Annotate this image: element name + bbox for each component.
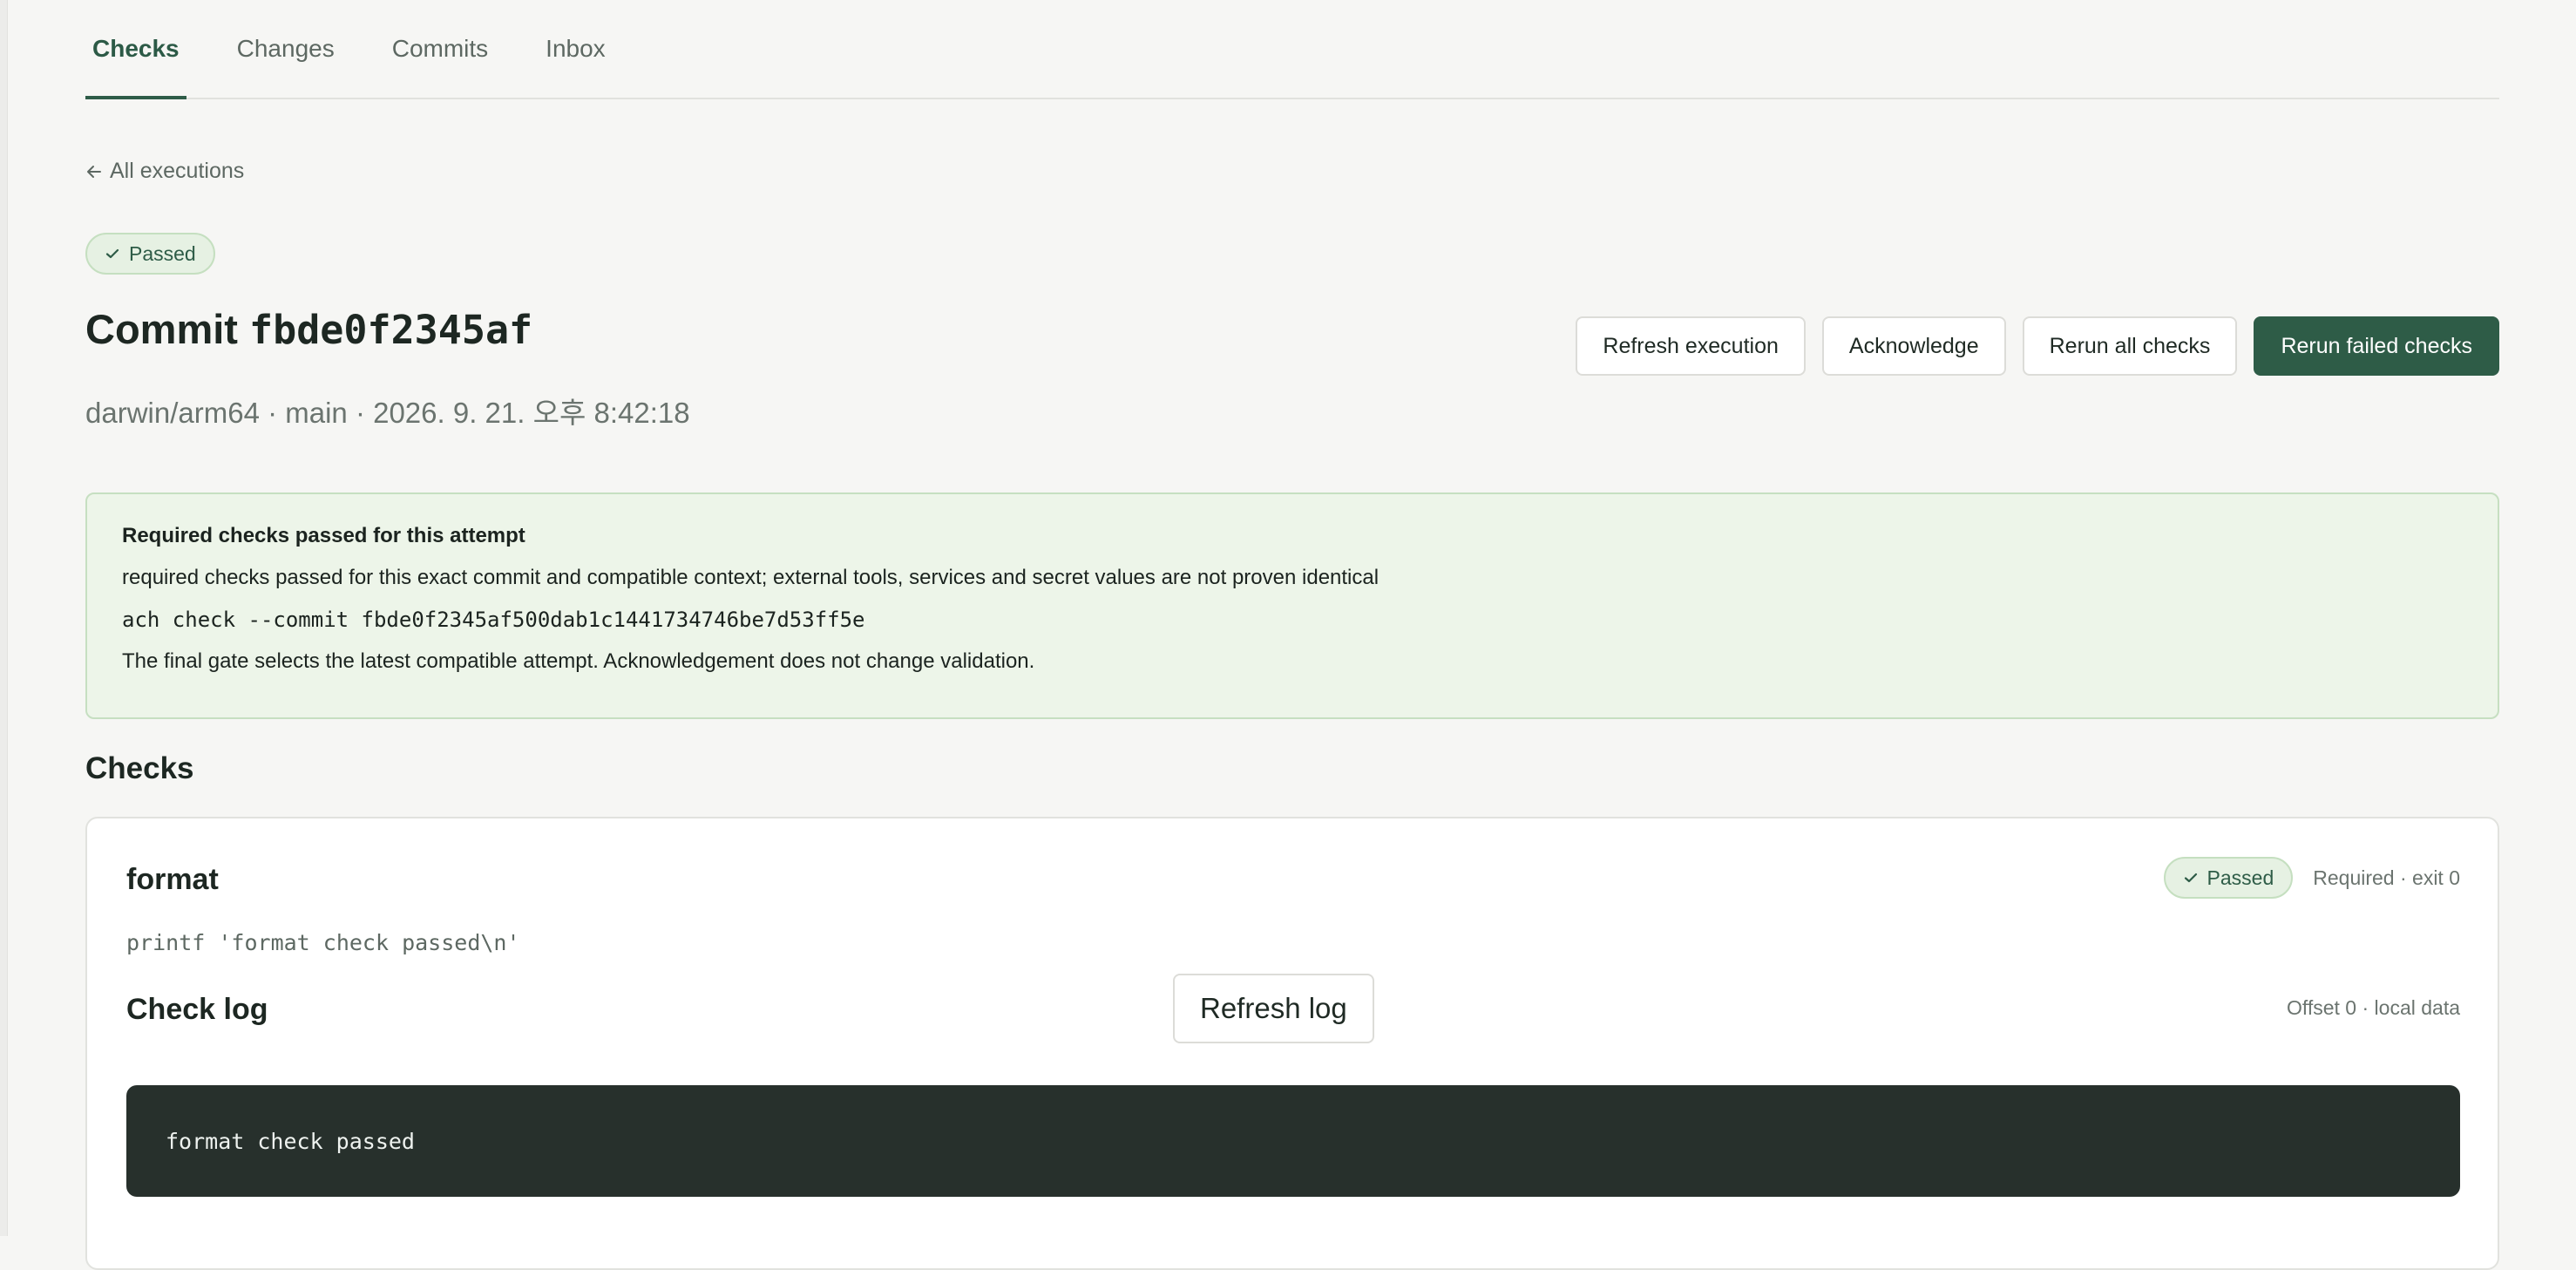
banner-message: required checks passed for this exact co… (122, 566, 1380, 589)
page-title: Commit fbde0f2345af (85, 305, 532, 353)
all-executions-label: All executions (110, 159, 245, 183)
check-command: printf 'format check passed\n' (126, 930, 520, 955)
arrow-left-icon (87, 165, 101, 178)
check-meta: Required · exit 0 (2313, 866, 2460, 889)
result-banner: Required checks passed for this attempt … (85, 492, 2499, 719)
refresh-log-button[interactable]: Refresh log (1173, 974, 1374, 1043)
tab-bar: Checks Changes Commits Inbox (85, 0, 2499, 99)
sidebar-edge (0, 0, 8, 1236)
check-card: format Passed Required · exit 0 printf '… (85, 817, 2499, 1270)
tab-commits[interactable]: Commits (385, 0, 495, 98)
banner-command: ach check --commit fbde0f2345af500dab1c1… (122, 608, 865, 632)
banner-title: Required checks passed for this attempt (122, 524, 525, 547)
checks-heading: Checks (85, 751, 194, 785)
check-icon (105, 248, 119, 259)
check-status-area: Passed Required · exit 0 (2163, 857, 2460, 899)
log-output: format check passed (166, 1128, 415, 1154)
tab-changes[interactable]: Changes (230, 0, 342, 98)
rerun-all-checks-button[interactable]: Rerun all checks (2022, 316, 2238, 376)
action-toolbar: Refresh execution Acknowledge Rerun all … (1576, 316, 2499, 376)
execution-context: darwin/arm64 · main · 2026. 9. 21. 오후 8:… (85, 397, 690, 429)
rerun-failed-checks-button[interactable]: Rerun failed checks (2254, 316, 2499, 376)
refresh-execution-button[interactable]: Refresh execution (1576, 316, 1806, 376)
log-meta: Offset 0 · local data (2286, 996, 2460, 1019)
log-output-panel[interactable]: format check passed (126, 1085, 2460, 1197)
check-status-label: Passed (2207, 866, 2274, 889)
all-executions-link[interactable]: All executions (85, 159, 244, 184)
commit-hash: fbde0f2345af (249, 307, 533, 353)
check-name: format (126, 863, 219, 896)
check-log-title: Check log (126, 993, 268, 1026)
tab-checks[interactable]: Checks (85, 0, 186, 99)
check-icon (2184, 873, 2197, 883)
title-prefix: Commit (85, 306, 238, 352)
status-label: Passed (129, 241, 196, 265)
acknowledge-button[interactable]: Acknowledge (1821, 316, 2006, 376)
banner-note: The final gate selects the latest compat… (122, 649, 1035, 673)
status-badge: Passed (85, 233, 215, 275)
check-status-badge: Passed (2163, 857, 2294, 899)
tab-inbox[interactable]: Inbox (539, 0, 613, 98)
main-content: Checks Changes Commits Inbox All executi… (85, 0, 2499, 1270)
